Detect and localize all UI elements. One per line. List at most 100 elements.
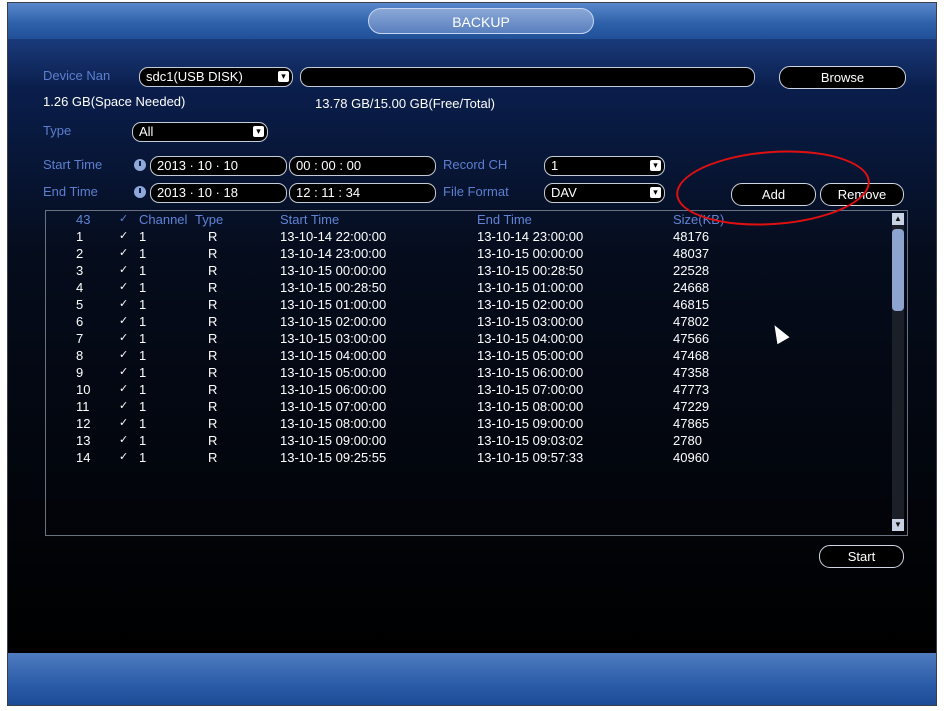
table-scrollbar[interactable]: ▲ ▼: [892, 213, 904, 531]
table-row[interactable]: 11 ✓ 1 R 13-10-15 07:00:00 13-10-15 08:0…: [46, 398, 907, 415]
row-end-time: 13-10-15 07:00:00: [477, 382, 584, 397]
row-checkbox[interactable]: ✓: [119, 367, 131, 378]
table-row[interactable]: 13 ✓ 1 R 13-10-15 09:00:00 13-10-15 09:0…: [46, 432, 907, 449]
table-row[interactable]: 4 ✓ 1 R 13-10-15 00:28:50 13-10-15 01:00…: [46, 279, 907, 296]
table-row[interactable]: 9 ✓ 1 R 13-10-15 05:00:00 13-10-15 06:00…: [46, 364, 907, 381]
row-start-time: 13-10-15 07:00:00: [280, 399, 387, 414]
row-type: R: [208, 263, 218, 278]
row-index: 4: [76, 280, 84, 295]
row-start-time: 13-10-15 00:28:50: [280, 280, 387, 295]
type-select[interactable]: All ▾: [132, 122, 268, 142]
row-index: 13: [76, 433, 91, 448]
row-type: R: [208, 382, 218, 397]
row-checkbox[interactable]: ✓: [119, 435, 131, 446]
row-index: 2: [76, 246, 84, 261]
table-row[interactable]: 2 ✓ 1 R 13-10-14 23:00:00 13-10-15 00:00…: [46, 245, 907, 262]
scroll-down-icon[interactable]: ▼: [892, 519, 904, 531]
row-channel: 1: [139, 399, 147, 414]
row-channel: 1: [139, 450, 147, 465]
start-button[interactable]: Start: [819, 545, 904, 568]
device-path-field[interactable]: [300, 67, 755, 87]
table-row[interactable]: 14 ✓ 1 R 13-10-15 09:25:55 13-10-15 09:5…: [46, 449, 907, 466]
row-checkbox[interactable]: ✓: [119, 384, 131, 395]
row-checkbox[interactable]: ✓: [119, 299, 131, 310]
scrollbar-thumb[interactable]: [892, 229, 904, 311]
table-row[interactable]: 1 ✓ 1 R 13-10-14 22:00:00 13-10-14 23:00…: [46, 228, 907, 245]
row-checkbox[interactable]: ✓: [119, 231, 131, 242]
row-end-time: 13-10-15 09:03:02: [477, 433, 584, 448]
row-type: R: [208, 365, 218, 380]
clock-icon: [134, 159, 146, 171]
record-ch-select[interactable]: 1 ▾: [544, 156, 665, 176]
table-row[interactable]: 3 ✓ 1 R 13-10-15 00:00:00 13-10-15 00:28…: [46, 262, 907, 279]
scroll-up-icon[interactable]: ▲: [892, 213, 904, 225]
end-time-field[interactable]: 12 : 11 : 34: [289, 183, 436, 203]
row-end-time: 13-10-15 00:28:50: [477, 263, 584, 278]
row-index: 14: [76, 450, 91, 465]
row-start-time: 13-10-15 09:25:55: [280, 450, 387, 465]
window-title: BACKUP: [368, 8, 594, 34]
row-channel: 1: [139, 416, 147, 431]
row-checkbox[interactable]: ✓: [119, 282, 131, 293]
row-end-time: 13-10-15 02:00:00: [477, 297, 584, 312]
row-size: 24668: [673, 280, 710, 295]
row-type: R: [208, 229, 218, 244]
row-checkbox[interactable]: ✓: [119, 316, 131, 327]
row-index: 10: [76, 382, 91, 397]
space-needed-text: 1.26 GB(Space Needed): [43, 94, 186, 109]
row-size: 48037: [673, 246, 710, 261]
row-type: R: [208, 348, 218, 363]
row-checkbox[interactable]: ✓: [119, 350, 131, 361]
row-channel: 1: [139, 246, 147, 261]
row-start-time: 13-10-15 08:00:00: [280, 416, 387, 431]
row-start-time: 13-10-15 03:00:00: [280, 331, 387, 346]
table-row[interactable]: 5 ✓ 1 R 13-10-15 01:00:00 13-10-15 02:00…: [46, 296, 907, 313]
row-index: 8: [76, 348, 84, 363]
row-size: 22528: [673, 263, 710, 278]
row-size: 47865: [673, 416, 710, 431]
select-all-checkbox[interactable]: ✓: [119, 214, 131, 225]
end-date-field[interactable]: 2013 · 10 · 18: [150, 183, 287, 203]
row-index: 6: [76, 314, 84, 329]
type-select-value: All: [139, 124, 154, 139]
row-checkbox[interactable]: ✓: [119, 452, 131, 463]
start-time-label: Start Time: [43, 157, 103, 172]
row-checkbox[interactable]: ✓: [119, 401, 131, 412]
backup-window: BACKUP Device Nan sdc1(USB DISK) ▾ Brows…: [7, 2, 937, 706]
start-time-field[interactable]: 00 : 00 : 00: [289, 156, 436, 176]
row-index: 1: [76, 229, 84, 244]
dropdown-arrow-icon: ▾: [278, 71, 289, 82]
row-type: R: [208, 416, 218, 431]
row-end-time: 13-10-15 04:00:00: [477, 331, 584, 346]
start-date-field[interactable]: 2013 · 10 · 10: [150, 156, 287, 176]
file-format-label: File Format: [443, 184, 509, 199]
row-channel: 1: [139, 229, 147, 244]
table-row[interactable]: 8 ✓ 1 R 13-10-15 04:00:00 13-10-15 05:00…: [46, 347, 907, 364]
row-end-time: 13-10-15 09:57:33: [477, 450, 584, 465]
row-checkbox[interactable]: ✓: [119, 265, 131, 276]
browse-button[interactable]: Browse: [779, 66, 906, 89]
header-channel: Channel: [139, 212, 188, 227]
row-end-time: 13-10-15 03:00:00: [477, 314, 584, 329]
row-type: R: [208, 280, 218, 295]
row-index: 5: [76, 297, 84, 312]
row-checkbox[interactable]: ✓: [119, 248, 131, 259]
row-start-time: 13-10-15 01:00:00: [280, 297, 387, 312]
row-channel: 1: [139, 314, 147, 329]
row-end-time: 13-10-15 09:00:00: [477, 416, 584, 431]
header-end-time: End Time: [477, 212, 532, 227]
table-row[interactable]: 12 ✓ 1 R 13-10-15 08:00:00 13-10-15 09:0…: [46, 415, 907, 432]
row-checkbox[interactable]: ✓: [119, 333, 131, 344]
row-size: 47566: [673, 331, 710, 346]
row-checkbox[interactable]: ✓: [119, 418, 131, 429]
device-select[interactable]: sdc1(USB DISK) ▾: [139, 67, 293, 87]
row-size: 47468: [673, 348, 710, 363]
row-type: R: [208, 450, 218, 465]
table-row[interactable]: 10 ✓ 1 R 13-10-15 06:00:00 13-10-15 07:0…: [46, 381, 907, 398]
row-start-time: 13-10-14 22:00:00: [280, 229, 387, 244]
file-format-select[interactable]: DAV ▾: [544, 183, 665, 203]
file-format-value: DAV: [551, 185, 577, 200]
row-channel: 1: [139, 280, 147, 295]
row-channel: 1: [139, 365, 147, 380]
row-size: 47358: [673, 365, 710, 380]
